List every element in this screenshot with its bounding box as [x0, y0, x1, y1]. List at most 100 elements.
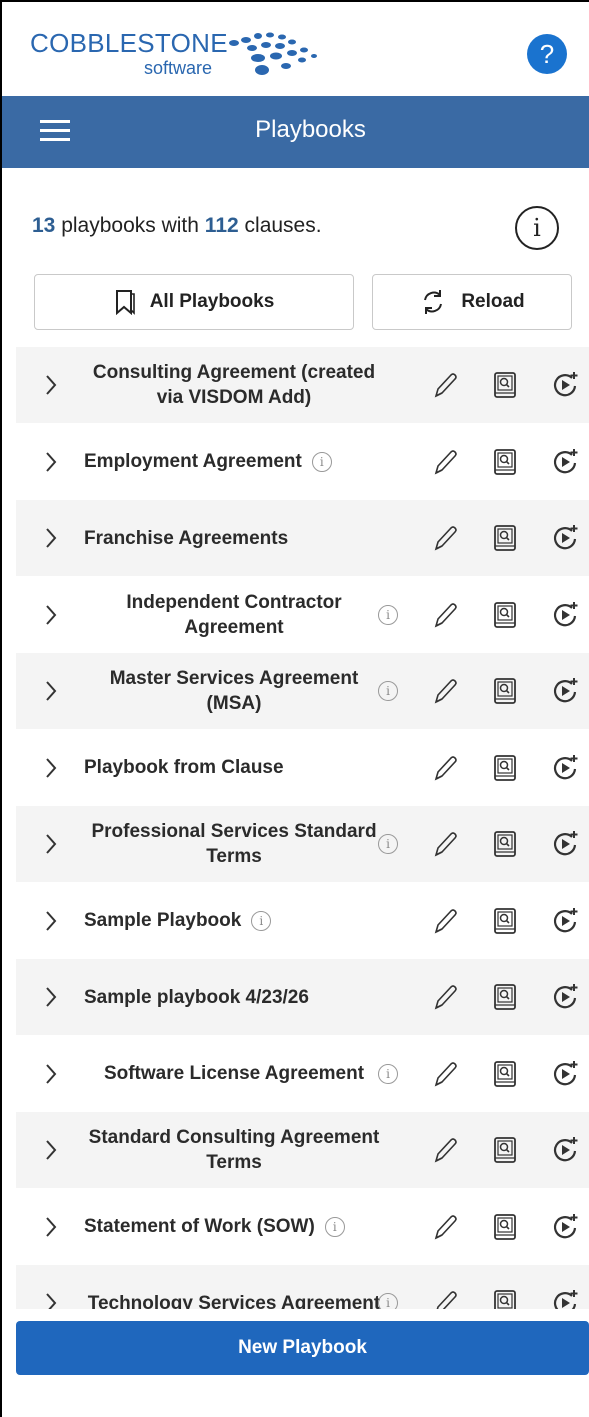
playbook-row[interactable]: Master Services Agreement (MSA) i [16, 653, 589, 729]
playbook-row[interactable]: Playbook from Clause [16, 730, 589, 806]
playbook-row[interactable]: Standard Consulting Agreement Terms [16, 1112, 589, 1188]
playbook-name[interactable]: Technology Services Agreement [84, 1291, 384, 1310]
playbook-name[interactable]: Consulting Agreement (created via VISDOM… [84, 360, 384, 410]
reload-button[interactable]: Reload [372, 274, 572, 330]
edit-pencil-icon[interactable] [430, 1135, 460, 1165]
info-icon[interactable]: i [378, 604, 398, 625]
edit-pencil-icon[interactable] [430, 600, 460, 630]
playbook-row[interactable]: Franchise Agreements [16, 500, 589, 576]
playbook-row[interactable]: Statement of Work (SOW) i [16, 1189, 589, 1265]
playbook-name[interactable]: Employment Agreement i [84, 449, 428, 474]
playbook-name-label: Playbook from Clause [84, 757, 284, 778]
playbook-row[interactable]: Sample Playbook i [16, 883, 589, 959]
review-document-icon[interactable] [490, 1059, 520, 1089]
playbook-row[interactable]: Independent Contractor Agreement i [16, 577, 589, 653]
edit-pencil-icon[interactable] [430, 1059, 460, 1089]
playbook-name[interactable]: Franchise Agreements [84, 526, 428, 551]
summary-text-1: playbooks with [61, 214, 199, 237]
all-playbooks-button[interactable]: All Playbooks [34, 274, 354, 330]
chevron-right-icon[interactable] [42, 985, 60, 1009]
playbook-row[interactable]: Sample playbook 4/23/26 [16, 959, 589, 1035]
edit-pencil-icon[interactable] [430, 523, 460, 553]
playbook-name[interactable]: Sample playbook 4/23/26 [84, 985, 428, 1010]
chevron-right-icon[interactable] [42, 909, 60, 933]
run-playbook-icon[interactable] [550, 676, 580, 706]
logo-dots-icon [229, 32, 317, 75]
review-document-icon[interactable] [490, 1212, 520, 1242]
logo-text: COBBLESTONE [30, 28, 228, 58]
review-document-icon[interactable] [490, 600, 520, 630]
chevron-right-icon[interactable] [42, 603, 60, 627]
info-icon[interactable]: i [378, 834, 398, 854]
run-playbook-icon[interactable] [550, 1212, 580, 1242]
edit-pencil-icon[interactable] [430, 1212, 460, 1242]
info-icon[interactable]: i [311, 451, 332, 472]
chevron-right-icon[interactable] [42, 373, 60, 397]
chevron-right-icon[interactable] [42, 450, 60, 474]
playbook-name[interactable]: Standard Consulting Agreement Terms [84, 1125, 384, 1175]
playbook-row[interactable]: Employment Agreement i [16, 424, 589, 500]
summary-text-2: clauses. [244, 214, 322, 237]
info-icon[interactable]: i [378, 681, 398, 701]
info-icon[interactable]: i [378, 1293, 398, 1309]
review-document-icon[interactable] [490, 447, 520, 477]
review-document-icon[interactable] [490, 1288, 520, 1309]
run-playbook-icon[interactable] [550, 906, 580, 936]
edit-pencil-icon[interactable] [430, 982, 460, 1012]
info-icon[interactable]: i [324, 1216, 345, 1237]
playbook-name[interactable]: Sample Playbook i [84, 908, 428, 933]
review-document-icon[interactable] [490, 906, 520, 936]
playbook-name[interactable]: Independent Contractor Agreement [84, 590, 384, 640]
chevron-right-icon[interactable] [42, 832, 60, 856]
edit-pencil-icon[interactable] [430, 906, 460, 936]
chevron-right-icon[interactable] [42, 1291, 60, 1309]
playbook-name[interactable]: Software License Agreement [84, 1061, 384, 1086]
clause-count: 112 [204, 214, 239, 237]
info-icon[interactable]: i [378, 1063, 398, 1084]
chevron-right-icon[interactable] [42, 1215, 60, 1239]
review-document-icon[interactable] [490, 370, 520, 400]
review-document-icon[interactable] [490, 523, 520, 553]
playbook-row[interactable]: Consulting Agreement (created via VISDOM… [16, 347, 589, 423]
run-playbook-icon[interactable] [550, 1135, 580, 1165]
playbook-name[interactable]: Master Services Agreement (MSA) [84, 666, 384, 716]
run-playbook-icon[interactable] [550, 370, 580, 400]
help-button[interactable]: ? [527, 34, 567, 74]
run-playbook-icon[interactable] [550, 600, 580, 630]
review-document-icon[interactable] [490, 982, 520, 1012]
playbook-row[interactable]: Professional Services Standard Terms i [16, 806, 589, 882]
run-playbook-icon[interactable] [550, 523, 580, 553]
edit-pencil-icon[interactable] [430, 676, 460, 706]
playbook-name-label: Professional Services Standard Terms [91, 821, 377, 867]
info-icon[interactable]: i [251, 910, 272, 931]
review-document-icon[interactable] [490, 1135, 520, 1165]
edit-pencil-icon[interactable] [430, 753, 460, 783]
chevron-right-icon[interactable] [42, 679, 60, 703]
chevron-right-icon[interactable] [42, 526, 60, 550]
info-icon[interactable]: i [515, 206, 559, 250]
run-playbook-icon[interactable] [550, 447, 580, 477]
edit-pencil-icon[interactable] [430, 447, 460, 477]
review-document-icon[interactable] [490, 676, 520, 706]
new-playbook-button[interactable]: New Playbook [16, 1321, 589, 1375]
playbook-list[interactable]: Consulting Agreement (created via VISDOM… [16, 347, 589, 1309]
review-document-icon[interactable] [490, 753, 520, 783]
playbook-name[interactable]: Professional Services Standard Terms [84, 819, 384, 869]
chevron-right-icon[interactable] [42, 1062, 60, 1086]
review-document-icon[interactable] [490, 829, 520, 859]
playbook-row[interactable]: Software License Agreement i [16, 1036, 589, 1112]
edit-pencil-icon[interactable] [430, 370, 460, 400]
edit-pencil-icon[interactable] [430, 829, 460, 859]
edit-pencil-icon[interactable] [430, 1288, 460, 1309]
run-playbook-icon[interactable] [550, 1059, 580, 1089]
playbook-row[interactable]: Technology Services Agreement i [16, 1265, 589, 1309]
playbook-name[interactable]: Playbook from Clause [84, 755, 428, 780]
run-playbook-icon[interactable] [550, 753, 580, 783]
chevron-right-icon[interactable] [42, 1138, 60, 1162]
run-playbook-icon[interactable] [550, 982, 580, 1012]
playbook-name-label: Master Services Agreement (MSA) [109, 668, 359, 714]
playbook-name[interactable]: Statement of Work (SOW) i [84, 1214, 428, 1239]
run-playbook-icon[interactable] [550, 1288, 580, 1309]
run-playbook-icon[interactable] [550, 829, 580, 859]
chevron-right-icon[interactable] [42, 756, 60, 780]
